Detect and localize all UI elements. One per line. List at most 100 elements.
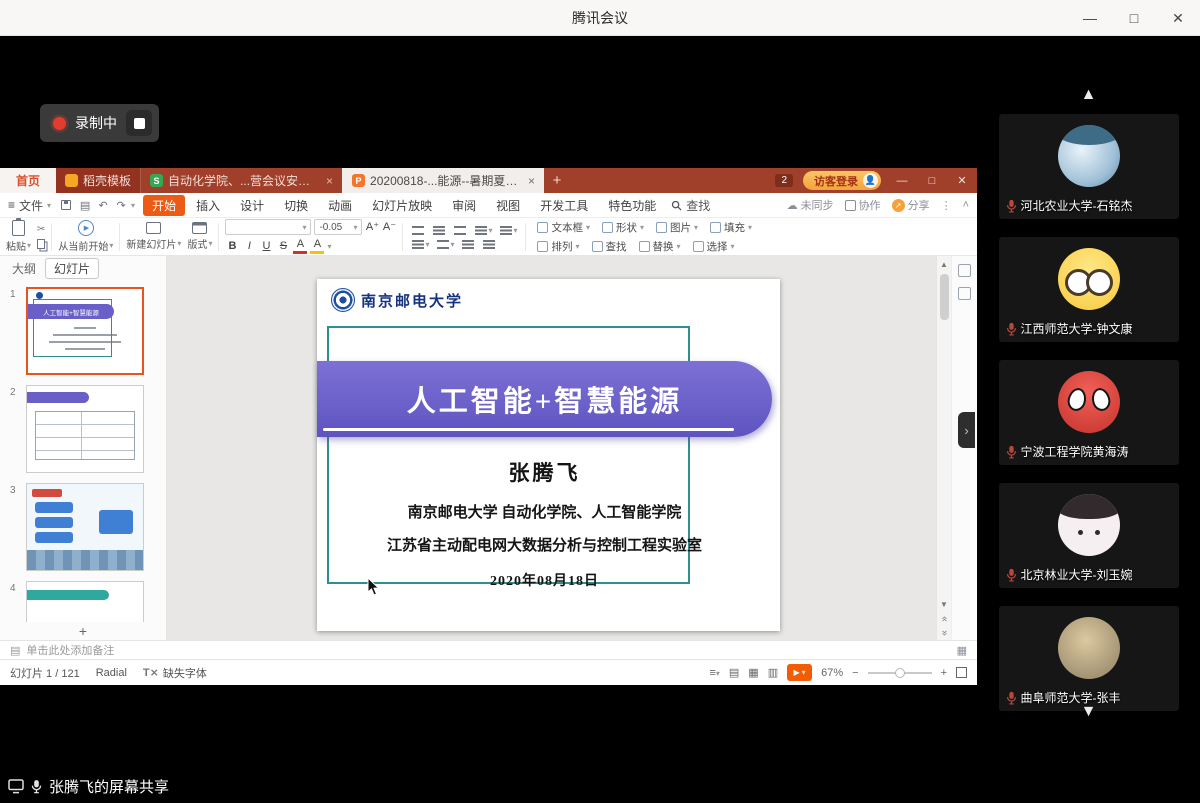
print-icon[interactable]: ▤ <box>77 199 93 212</box>
new-tab-button[interactable]: + <box>544 168 570 193</box>
scroll-up-icon[interactable]: ▲ <box>940 256 948 269</box>
task-pane-icon[interactable] <box>958 264 971 277</box>
find-menu[interactable]: 查找 <box>671 197 710 214</box>
menu-design[interactable]: 设计 <box>231 195 273 216</box>
notes-bar[interactable]: ▤ 单击此处添加备注 ▦ <box>0 640 977 659</box>
zoom-slider-thumb[interactable] <box>895 668 905 678</box>
save-icon[interactable] <box>61 200 71 210</box>
menu-home[interactable]: 开始 <box>143 195 185 216</box>
font-more-caret-icon[interactable]: ▾ <box>327 242 331 251</box>
current-slide[interactable]: 南京邮电大学 人工智能+智慧能源 张腾飞 南京邮电大学 自动化学院、人工智能学院… <box>317 279 780 631</box>
new-slide-button[interactable]: 新建幻灯片▾ <box>126 222 181 251</box>
line-spacing-button[interactable]: ▾ <box>497 224 519 235</box>
shapes-button[interactable]: 形状▾ <box>597 219 649 235</box>
wps-doc-tab-presentation[interactable]: P 20200818-...能源--暑期夏令营 × <box>342 168 544 193</box>
justify-button[interactable]: ▾ <box>472 224 494 235</box>
font-color-button[interactable]: A <box>293 238 307 253</box>
participant-tile[interactable]: 宁波工程学院黄海涛 <box>999 360 1179 465</box>
highlight-color-button[interactable]: A <box>310 238 324 253</box>
wps-docer-tab[interactable]: 稻壳模板 <box>56 168 140 193</box>
scroll-participants-up-icon[interactable]: ▲ <box>1081 86 1097 104</box>
slide-thumbnail-1[interactable]: 1 人工智能+智慧能源 <box>0 283 166 381</box>
picture-button[interactable]: 图片▾ <box>651 219 703 235</box>
add-slide-button[interactable]: + <box>0 622 166 640</box>
undo-icon[interactable]: ↶ <box>95 199 111 212</box>
layout-button[interactable]: 版式▾ <box>187 222 212 251</box>
zoom-slider[interactable] <box>868 672 932 674</box>
arrange-button[interactable]: 排列▾ <box>532 238 584 254</box>
file-menu[interactable]: ≡ 文件▾ <box>8 197 51 214</box>
previous-slide-icon[interactable]: « <box>940 616 948 622</box>
font-family-select[interactable]: ▾ <box>225 219 311 235</box>
vertical-scrollbar[interactable]: ▲ ▼ « » <box>936 256 951 640</box>
outline-tab[interactable]: 大纲 <box>12 260 36 277</box>
tab-close-icon[interactable]: × <box>326 174 333 188</box>
properties-pane-icon[interactable] <box>958 287 971 300</box>
slide-canvas[interactable]: 南京邮电大学 人工智能+智慧能源 张腾飞 南京邮电大学 自动化学院、人工智能学院… <box>167 256 936 640</box>
indent-decrease-button[interactable] <box>459 238 477 249</box>
sync-status[interactable]: ☁未同步 <box>787 197 834 213</box>
participant-tile[interactable]: 河北农业大学-石铭杰 <box>999 114 1179 219</box>
menu-animation[interactable]: 动画 <box>319 195 361 216</box>
align-center-button[interactable] <box>430 224 448 235</box>
replace-button[interactable]: 替换▾ <box>634 238 686 254</box>
play-from-current-button[interactable]: ▶ 从当前开始▾ <box>58 220 113 253</box>
close-button[interactable]: ✕ <box>1156 0 1200 36</box>
wps-minimize-button[interactable]: — <box>887 168 917 193</box>
menu-transition[interactable]: 切换 <box>275 195 317 216</box>
textbox-button[interactable]: 文本框▾ <box>532 219 595 235</box>
scroll-down-icon[interactable]: ▼ <box>940 600 948 609</box>
wps-restore-button[interactable]: □ <box>917 168 947 193</box>
scrollbar-thumb[interactable] <box>940 274 949 320</box>
reading-view-icon[interactable]: ▥ <box>768 666 778 679</box>
maximize-button[interactable]: □ <box>1112 0 1156 36</box>
bullets-button[interactable]: ▾ <box>409 238 431 249</box>
menu-view[interactable]: 视图 <box>487 195 529 216</box>
collaborate-button[interactable]: 协作 <box>845 197 881 213</box>
participant-tile[interactable]: 江西师范大学-钟文康 <box>999 237 1179 342</box>
strikethrough-button[interactable]: S <box>276 240 290 252</box>
window-count-badge[interactable]: 2 <box>775 174 793 187</box>
paste-button[interactable]: 粘贴▾ <box>6 220 31 253</box>
next-slide-icon[interactable]: » <box>940 630 948 636</box>
numbering-button[interactable]: ▾ <box>434 238 456 249</box>
collapse-ribbon-icon[interactable]: ˄ <box>963 199 969 211</box>
stop-recording-button[interactable] <box>126 110 152 136</box>
wps-close-button[interactable]: ✕ <box>947 168 977 193</box>
align-left-button[interactable] <box>409 224 427 235</box>
underline-button[interactable]: U <box>259 240 273 252</box>
slide-thumbnail-2[interactable]: 2 <box>0 381 166 479</box>
slide-thumbnail-4[interactable]: 4 <box>0 577 166 622</box>
fullscreen-icon[interactable] <box>956 667 967 678</box>
menu-devtools[interactable]: 开发工具 <box>531 195 597 216</box>
increase-font-icon[interactable]: A⁺ <box>365 221 379 233</box>
more-icon[interactable]: ⋮ <box>941 199 952 212</box>
slides-tab[interactable]: 幻灯片 <box>45 258 99 279</box>
minimize-button[interactable]: — <box>1068 0 1112 36</box>
indent-increase-button[interactable] <box>480 238 498 249</box>
italic-button[interactable]: I <box>242 240 256 252</box>
zoom-in-icon[interactable]: + <box>941 667 947 679</box>
quick-access-caret-icon[interactable]: ▾ <box>131 201 135 210</box>
bold-button[interactable]: B <box>225 240 239 252</box>
menu-slideshow[interactable]: 幻灯片放映 <box>363 195 441 216</box>
align-right-button[interactable] <box>451 224 469 235</box>
fill-button[interactable]: 填充▾ <box>705 219 757 235</box>
select-button[interactable]: 选择▾ <box>688 238 740 254</box>
notes-placeholder[interactable]: 单击此处添加备注 <box>26 642 114 658</box>
decrease-font-icon[interactable]: A⁻ <box>382 221 396 233</box>
menu-special[interactable]: 特色功能 <box>599 195 665 216</box>
font-size-select[interactable]: -0.05▾ <box>314 219 362 235</box>
menu-review[interactable]: 审阅 <box>443 195 485 216</box>
slide-sorter-icon[interactable]: ▤ <box>729 666 739 679</box>
cut-icon[interactable]: ✂ <box>37 225 45 235</box>
slide-thumbnail-3[interactable]: 3 <box>0 479 166 577</box>
normal-view-icon[interactable]: ≡▾ <box>709 667 719 679</box>
find-button[interactable]: 查找 <box>587 238 632 254</box>
missing-font-warning[interactable]: T⨯ 缺失字体 <box>143 665 207 681</box>
tab-close-icon[interactable]: × <box>528 174 535 188</box>
grid-view-icon[interactable]: ▦ <box>748 666 758 679</box>
menu-insert[interactable]: 插入 <box>187 195 229 216</box>
zoom-out-icon[interactable]: − <box>852 667 858 679</box>
redo-icon[interactable]: ↷ <box>113 199 129 212</box>
